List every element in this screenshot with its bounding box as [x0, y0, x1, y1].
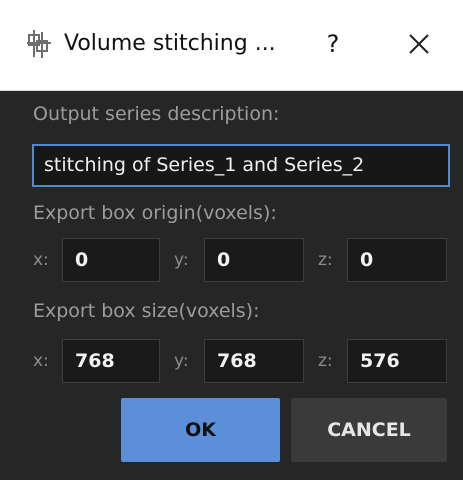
origin-z-label: z: [318, 250, 333, 270]
dialog-content: Output series description: stitching of … [0, 91, 463, 480]
description-label: Output series description: [33, 103, 280, 125]
size-label: Export box size(voxels): [33, 300, 260, 322]
title-bar[interactable]: Volume stitching ... ? [0, 0, 463, 91]
size-x-input[interactable]: 768 [62, 339, 160, 383]
sync-arrows-icon [26, 29, 52, 59]
origin-label: Export box origin(voxels): [33, 202, 277, 224]
size-y-label: y: [174, 351, 189, 371]
size-y-input[interactable]: 768 [204, 339, 304, 383]
size-x-label: x: [33, 351, 49, 371]
window-title: Volume stitching ... [64, 31, 276, 56]
cancel-button[interactable]: CANCEL [291, 398, 447, 462]
origin-x-label: x: [33, 250, 49, 270]
origin-x-input[interactable]: 0 [62, 238, 160, 282]
origin-y-input[interactable]: 0 [204, 238, 304, 282]
origin-y-label: y: [174, 250, 189, 270]
series-description-input[interactable]: stitching of Series_1 and Series_2 [32, 144, 450, 187]
size-z-label: z: [318, 351, 333, 371]
ok-button[interactable]: OK [121, 398, 280, 462]
size-z-input[interactable]: 576 [347, 339, 447, 383]
help-button[interactable]: ? [318, 27, 348, 61]
origin-z-input[interactable]: 0 [347, 238, 447, 282]
close-icon[interactable] [405, 28, 433, 60]
volume-stitching-dialog: Volume stitching ... ? Output series des… [0, 0, 463, 480]
